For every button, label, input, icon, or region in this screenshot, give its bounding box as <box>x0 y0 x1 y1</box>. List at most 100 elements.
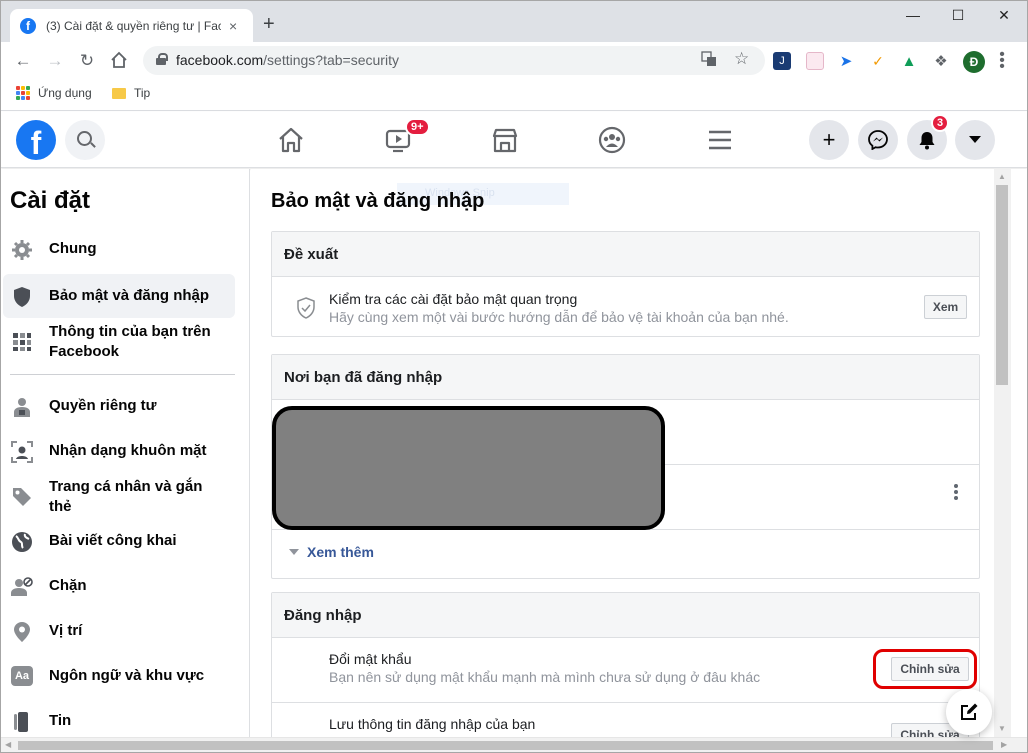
sidebar-item-label: Thông tin của bạn trên Facebook <box>49 323 211 360</box>
caret-down-icon <box>969 136 981 143</box>
back-arrow-icon[interactable]: ← <box>12 51 34 71</box>
sidebar-item-label: Bài viết công khai <box>49 532 177 549</box>
settings-main: Windows Snip Bảo mật và đăng nhập Đề xuấ… <box>251 169 994 737</box>
forward-arrow-icon[interactable]: → <box>44 51 66 71</box>
folder-icon <box>112 87 126 99</box>
login-header: Đăng nhập <box>272 593 979 638</box>
sidebar-item-label: Chung <box>49 240 97 257</box>
recommend-header: Đề xuất <box>272 232 979 277</box>
notifications-button[interactable]: 3 <box>907 114 950 160</box>
horizontal-scrollbar[interactable]: ◀ ▶ <box>1 737 1027 752</box>
search-icon[interactable] <box>65 120 105 160</box>
browser-tab[interactable]: f (3) Cài đặt & quyền riêng tư | Fac × <box>10 9 253 43</box>
sidebar-item-language-region[interactable]: Aa Ngôn ngữ và khu vực <box>3 666 235 692</box>
maximize-button[interactable]: ☐ <box>943 7 973 24</box>
scroll-up-icon[interactable]: ▲ <box>998 172 1006 181</box>
scroll-right-icon[interactable]: ▶ <box>1001 740 1007 749</box>
reload-icon[interactable]: ↻ <box>76 51 98 71</box>
shield-check-icon <box>296 297 316 324</box>
bookmark-tip[interactable]: Tip <box>112 86 150 100</box>
close-window-button[interactable]: ✕ <box>989 7 1019 24</box>
tab-close-icon[interactable]: × <box>229 18 237 34</box>
home-icon[interactable] <box>108 51 130 74</box>
horizontal-scroll-thumb[interactable] <box>18 741 993 750</box>
sidebar-item-face-recognition[interactable]: Nhận dạng khuôn mặt <box>3 441 235 467</box>
sidebar-item-privacy[interactable]: Quyền riêng tư <box>3 396 235 422</box>
sidebar-item-public-posts[interactable]: Bài viết công khai <box>3 531 235 557</box>
sidebar-item-general[interactable]: Chung <box>3 239 235 265</box>
see-more-label: Xem thêm <box>307 544 374 560</box>
extension-1-icon[interactable]: J <box>773 52 791 70</box>
location-icon <box>11 621 33 643</box>
sidebar-item-profile-tagging[interactable]: Trang cá nhân và gắn thẻ <box>3 477 235 521</box>
bookmark-apps-label: Ứng dụng <box>38 86 92 100</box>
extension-5-icon[interactable]: ▲ <box>900 52 918 70</box>
marketplace-nav-icon[interactable] <box>491 126 521 154</box>
account-dropdown-button[interactable] <box>955 120 995 160</box>
tag-icon <box>11 486 33 508</box>
apps-grid-icon <box>16 86 30 100</box>
minimize-button[interactable]: — <box>898 7 928 23</box>
home-nav-icon[interactable] <box>277 126 307 154</box>
extension-4-icon[interactable]: ✓ <box>869 52 887 70</box>
shield-icon <box>11 286 33 308</box>
tab-title: (3) Cài đặt & quyền riêng tư | Fac <box>46 19 221 33</box>
bookmark-star-icon[interactable]: ☆ <box>734 49 749 69</box>
facebook-header: f 9+ + 3 <box>1 112 1027 168</box>
compose-icon <box>961 703 978 720</box>
bell-icon <box>919 132 935 150</box>
bookmark-apps[interactable]: Ứng dụng <box>16 86 92 100</box>
save-login-row: Lưu thông tin đăng nhập của bạn Chỉnh sử… <box>272 703 979 737</box>
scroll-down-icon[interactable]: ▼ <box>998 724 1006 733</box>
sidebar-item-label: Trang cá nhân và gắn thẻ <box>49 478 203 515</box>
url-text[interactable]: facebook.com/settings?tab=security <box>176 52 399 68</box>
language-icon: Aa <box>11 666 33 686</box>
bookmark-tip-label: Tip <box>134 86 151 100</box>
recommend-card: Đề xuất Kiểm tra các cài đặt bảo mật qua… <box>271 231 980 337</box>
redacted-area <box>272 406 665 530</box>
chrome-menu-icon[interactable]: • • • <box>997 47 1007 75</box>
view-button[interactable]: Xem <box>924 295 967 319</box>
settings-sidebar: Cài đặt Chung Bảo mật và đăng nhập Thông… <box>1 169 250 737</box>
sidebar-item-stories[interactable]: Tin <box>3 711 235 737</box>
see-more-link[interactable]: Xem thêm <box>289 544 374 560</box>
sidebar-item-label: Bảo mật và đăng nhập <box>49 287 210 304</box>
groups-nav-icon[interactable] <box>598 126 628 154</box>
save-login-text: Lưu thông tin đăng nhập của bạn <box>329 716 535 732</box>
sidebar-item-blocking[interactable]: Chặn <box>3 576 235 602</box>
watch-nav-icon[interactable]: 9+ <box>385 118 430 154</box>
vertical-scroll-thumb[interactable] <box>996 185 1008 385</box>
session-options-icon[interactable] <box>954 484 958 502</box>
create-plus-button[interactable]: + <box>809 120 849 160</box>
watch-badge: 9+ <box>405 118 430 136</box>
notification-badge: 3 <box>931 114 950 132</box>
browser-toolbar: ← → ↻ facebook.com/settings?tab=security… <box>0 42 1028 80</box>
sidebar-item-your-info[interactable]: Thông tin của bạn trên Facebook <box>3 322 235 366</box>
change-password-title: Đổi mật khẩu <box>329 651 412 667</box>
vertical-scrollbar[interactable]: ▲ ▼ <box>994 169 1011 737</box>
new-tab-button[interactable]: + <box>263 14 275 34</box>
extensions-puzzle-icon[interactable]: ❖ <box>932 52 950 70</box>
sidebar-item-security[interactable]: Bảo mật và đăng nhập <box>3 274 235 318</box>
globe-icon <box>11 531 33 553</box>
scroll-left-icon[interactable]: ◀ <box>5 740 11 749</box>
recommend-row: Kiểm tra các cài đặt bảo mật quan trọng … <box>272 277 979 337</box>
profile-avatar[interactable]: Đ <box>963 51 985 73</box>
address-bar[interactable]: facebook.com/settings?tab=security ☆ <box>143 46 765 75</box>
caret-down-icon <box>289 549 299 555</box>
save-login-title: Lưu thông tin đăng nhập của bạn <box>329 716 536 732</box>
menu-nav-icon[interactable] <box>706 126 736 154</box>
messenger-button[interactable] <box>858 120 898 160</box>
gear-icon <box>11 239 33 261</box>
extension-2-icon[interactable] <box>806 52 824 70</box>
sidebar-item-label: Chặn <box>49 577 87 594</box>
extension-3-icon[interactable]: ➤ <box>837 52 855 70</box>
sidebar-item-location[interactable]: Vị trí <box>3 621 235 647</box>
sidebar-item-label: Vị trí <box>49 622 83 639</box>
recommend-title: Kiểm tra các cài đặt bảo mật quan trọng <box>329 291 578 307</box>
translate-icon[interactable] <box>701 51 717 70</box>
lock-icon[interactable] <box>156 53 168 65</box>
change-password-text: Đổi mật khẩu Bạn nên sử dụng mật khẩu mạ… <box>329 651 760 685</box>
facebook-logo[interactable]: f <box>16 120 56 160</box>
new-message-button[interactable] <box>946 689 992 735</box>
